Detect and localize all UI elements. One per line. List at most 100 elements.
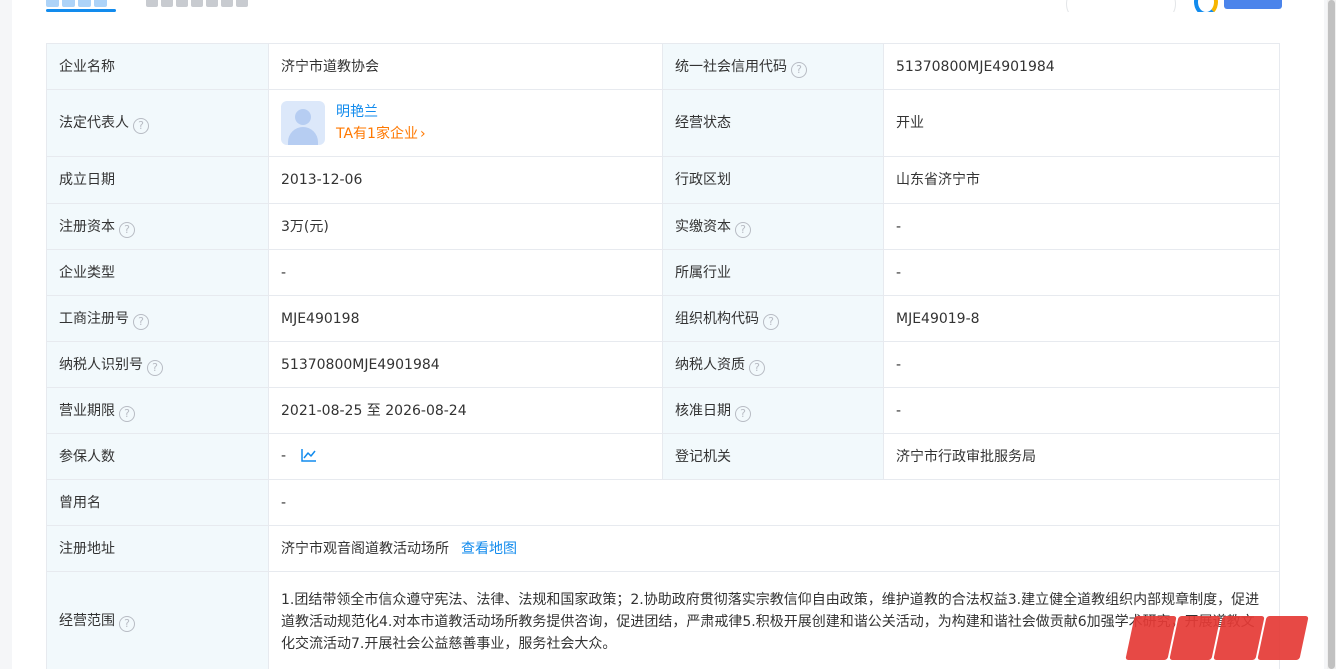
related-companies-text: TA有1家企业 bbox=[336, 126, 418, 142]
field-label-text: 企业类型 bbox=[59, 264, 115, 281]
field-label: 曾用名 bbox=[46, 479, 269, 526]
field-label-text: 经营状态 bbox=[675, 115, 731, 131]
forum-watermark-logo bbox=[1125, 616, 1336, 669]
field-value: 济宁市道教协会 bbox=[268, 43, 663, 90]
header-strip bbox=[12, 0, 1324, 12]
insured-count-cell: - bbox=[268, 433, 663, 480]
field-value: - bbox=[883, 203, 1280, 250]
field-label-text: 参保人数 bbox=[59, 448, 115, 465]
field-value: 3万(元) bbox=[268, 203, 663, 250]
scrollbar[interactable] bbox=[1327, 0, 1336, 669]
field-label: 纳税人识别号? bbox=[46, 341, 269, 388]
field-label-text: 注册地址 bbox=[59, 540, 115, 557]
field-label-text: 经营范围 bbox=[59, 612, 115, 629]
table-row: 工商注册号? MJE490198 组织机构代码? MJE49019-8 bbox=[46, 295, 1280, 342]
field-label-text: 法定代表人 bbox=[59, 115, 129, 131]
field-value: - bbox=[268, 249, 663, 296]
related-companies-link[interactable]: TA有1家企业 › bbox=[336, 123, 426, 145]
field-value: 2021-08-25 至 2026-08-24 bbox=[268, 387, 663, 434]
table-row: 经营范围? 1.团结带领全市信众遵守宪法、法律、法规和国家政策；2.协助政府贯彻… bbox=[46, 571, 1280, 669]
field-label-text: 组织机构代码 bbox=[675, 310, 759, 327]
field-label: 所属行业 bbox=[662, 249, 884, 296]
field-value: - bbox=[883, 387, 1280, 434]
table-row: 法定代表人? 明艳兰 TA有1家企业 › 经营状态 开业 bbox=[46, 89, 1280, 157]
field-value: MJE490198 bbox=[268, 295, 663, 342]
help-icon[interactable]: ? bbox=[119, 221, 135, 238]
table-row: 曾用名 - bbox=[46, 479, 1280, 526]
field-label-text: 营业期限 bbox=[59, 402, 115, 419]
legal-rep-name-link[interactable]: 明艳兰 bbox=[336, 101, 426, 123]
field-value: - bbox=[883, 249, 1280, 296]
field-value: 51370800MJE4901984 bbox=[268, 341, 663, 388]
help-icon[interactable]: ? bbox=[749, 359, 765, 376]
field-label-text: 工商注册号 bbox=[59, 310, 129, 327]
field-label: 纳税人资质? bbox=[662, 341, 884, 388]
field-label: 核准日期? bbox=[662, 387, 884, 434]
field-label: 参保人数 bbox=[46, 433, 269, 480]
field-label: 统一社会信用代码? bbox=[662, 43, 884, 90]
field-label: 企业名称 bbox=[46, 43, 269, 90]
field-value: 51370800MJE4901984 bbox=[883, 43, 1280, 90]
field-label-text: 成立日期 bbox=[59, 172, 115, 188]
field-value: 济宁市行政审批服务局 bbox=[883, 433, 1280, 480]
help-icon[interactable]: ? bbox=[133, 313, 149, 330]
registered-address: 济宁市观音阁道教活动场所 bbox=[281, 540, 449, 557]
view-map-link[interactable]: 查看地图 bbox=[461, 541, 517, 557]
table-row: 注册地址 济宁市观音阁道教活动场所 查看地图 bbox=[46, 525, 1280, 572]
field-value: 开业 bbox=[883, 89, 1280, 157]
field-label: 经营状态 bbox=[662, 89, 884, 157]
field-label-text: 登记机关 bbox=[675, 448, 731, 465]
active-tab[interactable] bbox=[46, 0, 116, 8]
field-label: 行政区划 bbox=[662, 156, 884, 204]
table-row: 成立日期 2013-12-06 行政区划 山东省济宁市 bbox=[46, 156, 1280, 204]
field-label-text: 注册资本 bbox=[59, 218, 115, 235]
field-label-text: 统一社会信用代码 bbox=[675, 58, 787, 75]
help-icon[interactable]: ? bbox=[735, 405, 751, 422]
field-label-text: 行政区划 bbox=[675, 172, 731, 188]
help-icon[interactable]: ? bbox=[791, 61, 807, 78]
chevron-right-icon: › bbox=[419, 126, 426, 142]
trend-chart-icon[interactable] bbox=[300, 447, 317, 469]
company-info-panel: 企业名称 济宁市道教协会 统一社会信用代码? 51370800MJE490198… bbox=[12, 0, 1324, 669]
field-label: 注册地址 bbox=[46, 525, 269, 572]
field-label: 工商注册号? bbox=[46, 295, 269, 342]
header-button[interactable] bbox=[1066, 0, 1176, 12]
field-label: 经营范围? bbox=[46, 571, 269, 669]
avatar[interactable] bbox=[281, 101, 325, 145]
table-row: 注册资本? 3万(元) 实缴资本? - bbox=[46, 203, 1280, 250]
help-icon[interactable]: ? bbox=[119, 615, 135, 632]
field-label-text: 实缴资本 bbox=[675, 218, 731, 235]
help-icon[interactable]: ? bbox=[119, 405, 135, 422]
address-cell: 济宁市观音阁道教活动场所 查看地图 bbox=[268, 525, 1280, 572]
legal-rep-cell: 明艳兰 TA有1家企业 › bbox=[268, 89, 663, 157]
help-icon[interactable]: ? bbox=[147, 359, 163, 376]
business-info-table: 企业名称 济宁市道教协会 统一社会信用代码? 51370800MJE490198… bbox=[46, 43, 1280, 669]
field-value: - bbox=[883, 341, 1280, 388]
secondary-tab[interactable] bbox=[146, 0, 256, 8]
field-label: 登记机关 bbox=[662, 433, 884, 480]
table-row: 纳税人识别号? 51370800MJE4901984 纳税人资质? - bbox=[46, 341, 1280, 388]
active-tab-underline bbox=[46, 9, 116, 12]
help-icon[interactable]: ? bbox=[735, 221, 751, 238]
help-icon[interactable]: ? bbox=[133, 118, 149, 134]
field-label-text: 企业名称 bbox=[59, 58, 115, 75]
field-label: 成立日期 bbox=[46, 156, 269, 204]
field-label: 实缴资本? bbox=[662, 203, 884, 250]
field-value: - bbox=[281, 447, 287, 464]
field-label-text: 核准日期 bbox=[675, 402, 731, 419]
table-row: 营业期限? 2021-08-25 至 2026-08-24 核准日期? - bbox=[46, 387, 1280, 434]
scrollbar-thumb[interactable] bbox=[1328, 0, 1335, 669]
brand-logo-text bbox=[1224, 0, 1282, 9]
field-label: 企业类型 bbox=[46, 249, 269, 296]
field-label-text: 纳税人资质 bbox=[675, 356, 745, 373]
field-label: 营业期限? bbox=[46, 387, 269, 434]
field-label: 组织机构代码? bbox=[662, 295, 884, 342]
field-label-text: 曾用名 bbox=[59, 494, 101, 511]
field-label-text: 所属行业 bbox=[675, 264, 731, 281]
field-value: - bbox=[268, 479, 1280, 526]
field-label: 注册资本? bbox=[46, 203, 269, 250]
help-icon[interactable]: ? bbox=[763, 313, 779, 330]
field-value: 山东省济宁市 bbox=[883, 156, 1280, 204]
table-row: 企业名称 济宁市道教协会 统一社会信用代码? 51370800MJE490198… bbox=[46, 43, 1280, 90]
field-label-text: 纳税人识别号 bbox=[59, 356, 143, 373]
